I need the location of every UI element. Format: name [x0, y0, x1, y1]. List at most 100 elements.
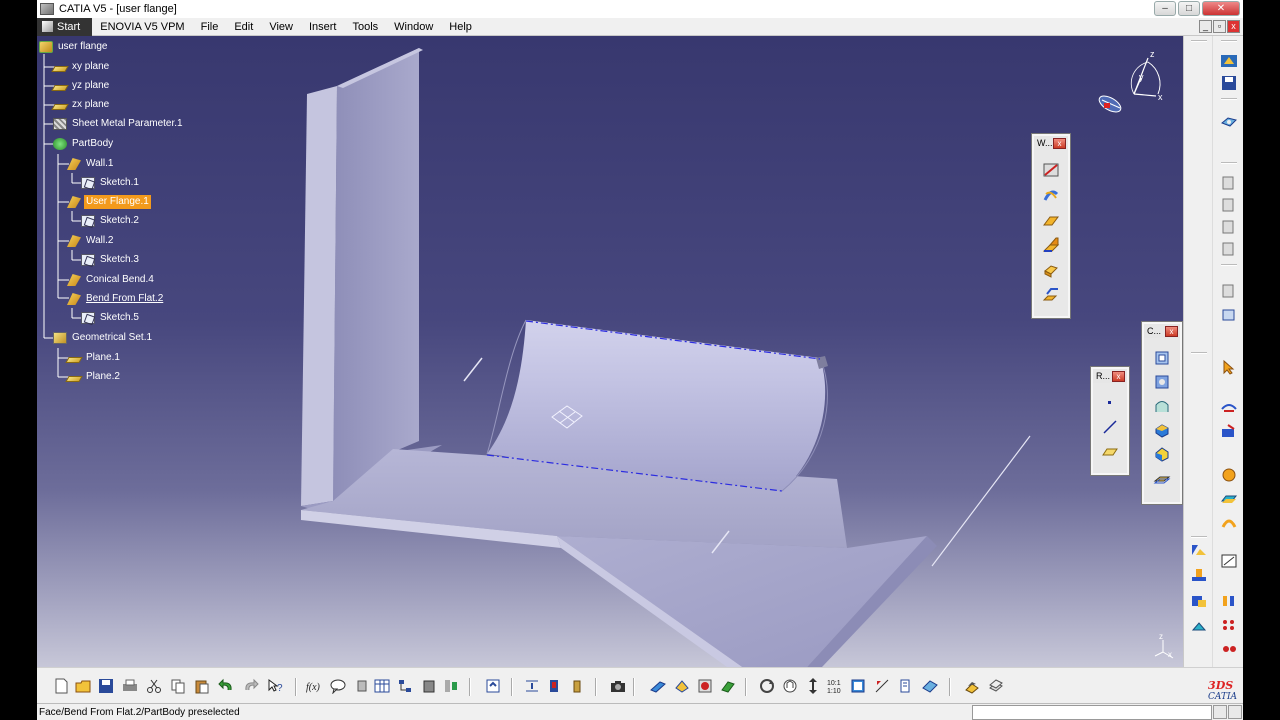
quick-view-icon[interactable] [873, 676, 891, 696]
menu-window[interactable]: Window [386, 18, 441, 36]
pattern-grid-icon[interactable] [1219, 616, 1239, 634]
tree-node-wall-2[interactable]: Wall.2 [67, 233, 115, 249]
menu-insert[interactable]: Insert [301, 18, 345, 36]
tree-node-sketch-5[interactable]: Sketch.5 [81, 310, 141, 326]
menu-help[interactable]: Help [441, 18, 480, 36]
doc-minimize-button[interactable]: _ [1199, 20, 1212, 33]
walls-toolbar-header[interactable]: W... x [1034, 136, 1068, 150]
insert-feature-icon[interactable] [1189, 566, 1209, 584]
catalog-icon[interactable] [420, 676, 438, 696]
measure-icon[interactable] [1219, 552, 1239, 570]
point-to-point-icon[interactable] [1219, 218, 1239, 236]
parameters-icon[interactable] [442, 676, 460, 696]
menu-view[interactable]: View [261, 18, 301, 36]
menu-start[interactable]: Start [37, 17, 93, 36]
mirror-icon[interactable] [1219, 306, 1239, 324]
swept-icon[interactable] [1219, 514, 1239, 532]
table-icon[interactable] [373, 676, 391, 696]
inertia-icon[interactable] [568, 676, 586, 696]
knowledge-icon[interactable] [353, 676, 371, 696]
power-input-options-button[interactable] [1228, 705, 1242, 719]
menu-edit[interactable]: Edit [226, 18, 261, 36]
cutting-toolbar-header[interactable]: C... x [1144, 324, 1180, 338]
tree-expand-icon[interactable] [396, 676, 414, 696]
menu-enovia[interactable]: ENOVIA V5 VPM [92, 18, 192, 36]
cut-out-icon[interactable] [1152, 372, 1172, 392]
tree-node-sketch-3[interactable]: Sketch.3 [81, 252, 141, 268]
measure-item-icon[interactable] [545, 676, 563, 696]
constraint-icon[interactable] [1219, 398, 1239, 416]
capture-icon[interactable] [609, 676, 627, 696]
swap-visible-space-icon[interactable] [963, 676, 981, 696]
close-button[interactable]: ✕ [1202, 1, 1240, 16]
sketch-line[interactable] [931, 435, 1031, 567]
wall-on-edge-icon[interactable] [1041, 235, 1061, 255]
reference-toolbar-header[interactable]: R... x [1093, 369, 1127, 383]
wall-1-geometry[interactable] [301, 48, 442, 514]
normal-view-icon[interactable]: 10:1 1:10 [826, 676, 844, 696]
menu-file[interactable]: File [193, 18, 227, 36]
tree-node-plane-2[interactable]: Plane.2 [65, 369, 122, 385]
sheet-metal-parameters-icon[interactable] [1041, 160, 1061, 180]
tree-node-bend-from-flat-2[interactable]: Bend From Flat.2 [67, 291, 165, 307]
tree-node-partbody[interactable]: PartBody [53, 136, 115, 152]
doc-restore-button[interactable]: ▫ [1213, 20, 1226, 33]
insert-geometrical-set-icon[interactable] [1189, 592, 1209, 610]
menu-tools[interactable]: Tools [344, 18, 386, 36]
cutting-toolbar-close-button[interactable]: x [1165, 325, 1178, 337]
paste-icon[interactable] [193, 676, 211, 696]
user-pattern-icon[interactable] [1219, 640, 1239, 658]
multi-view-icon[interactable] [849, 676, 867, 696]
plane-icon[interactable] [1100, 441, 1120, 461]
tree-node-wall-1[interactable]: Wall.1 [67, 156, 115, 172]
hole-icon[interactable] [1219, 112, 1239, 130]
pattern-icon[interactable] [1152, 468, 1172, 488]
save-icon[interactable] [97, 676, 115, 696]
chamfer-icon[interactable] [1152, 444, 1172, 464]
redo-icon[interactable] [242, 676, 260, 696]
3d-viewport[interactable]: user flange xy plane yz plane zx plane S… [37, 36, 1183, 667]
tree-node-sketch-1[interactable]: Sketch.1 [81, 175, 141, 191]
rotate-icon[interactable] [758, 676, 776, 696]
cutting-stamping-toolbar[interactable]: C... x [1141, 321, 1183, 505]
reference-elements-toolbar[interactable]: R... x [1090, 366, 1130, 476]
doc-close-button[interactable]: x [1227, 20, 1240, 33]
tree-node-plane-1[interactable]: Plane.1 [65, 350, 122, 366]
compass[interactable]: z y x [1092, 48, 1172, 128]
apply-material-icon[interactable] [1219, 592, 1239, 610]
workbench-icon[interactable] [1219, 52, 1239, 70]
tree-node-user-flange-1[interactable]: User Flange.1 [67, 194, 151, 210]
walls-toolbar-close-button[interactable]: x [1053, 137, 1066, 149]
scene-icon[interactable] [719, 676, 737, 696]
pan-icon[interactable] [781, 676, 799, 696]
zoom-in-out-icon[interactable] [804, 676, 822, 696]
update-icon[interactable] [484, 676, 502, 696]
shading-icon[interactable] [673, 676, 691, 696]
tree-node-conical-bend-4[interactable]: Conical Bend.4 [67, 272, 156, 288]
power-input-field[interactable] [972, 705, 1212, 720]
tree-node-geometrical-set-1[interactable]: Geometrical Set.1 [53, 330, 154, 346]
axis-system-icon[interactable] [1189, 616, 1209, 634]
tree-node-zx-plane[interactable]: zx plane [51, 97, 111, 113]
maximize-button[interactable]: □ [1178, 1, 1200, 16]
swept-walls-icon[interactable] [1041, 285, 1061, 305]
render-style-icon[interactable] [649, 676, 667, 696]
cut-icon[interactable] [145, 676, 163, 696]
open-icon[interactable] [74, 676, 92, 696]
whats-this-icon[interactable]: ? [266, 676, 284, 696]
bend-icon[interactable] [1041, 185, 1061, 205]
stamp-icon[interactable] [1152, 396, 1172, 416]
unfold-icon[interactable] [1219, 196, 1239, 214]
view-mode-icon[interactable] [896, 676, 914, 696]
print-icon[interactable] [121, 676, 139, 696]
insert-body-icon[interactable] [1189, 540, 1209, 558]
fit-all-icon[interactable] [523, 676, 541, 696]
view-icon[interactable] [1152, 348, 1172, 368]
minimize-button[interactable]: ‒ [1154, 1, 1176, 16]
extrusion-icon[interactable] [1041, 260, 1061, 280]
reference-toolbar-close-button[interactable]: x [1112, 370, 1125, 382]
tree-node-sheet-metal-parameter[interactable]: Sheet Metal Parameter.1 [53, 116, 185, 132]
fold-icon[interactable] [1219, 174, 1239, 192]
sketch-positioned-icon[interactable] [1219, 490, 1239, 508]
local-axis-icon[interactable] [1219, 282, 1239, 300]
